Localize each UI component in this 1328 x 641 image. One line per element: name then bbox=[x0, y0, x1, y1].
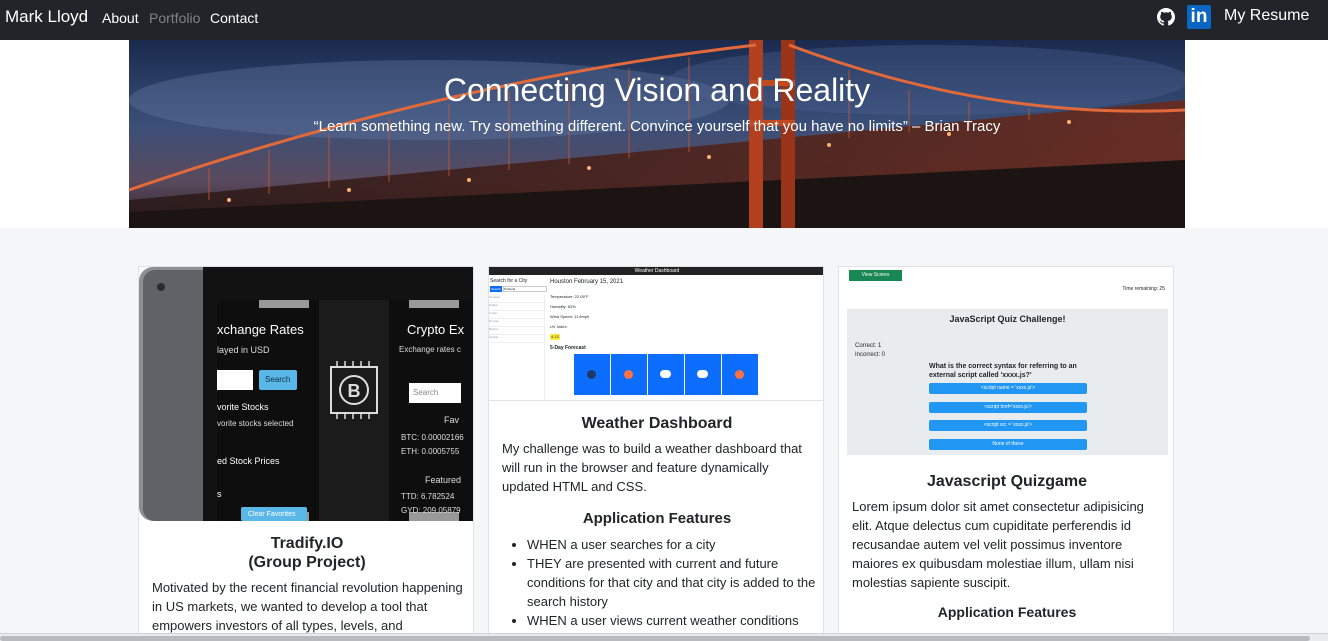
thumb-answer: <script src = 'xxxx.js'> bbox=[929, 420, 1087, 431]
forecast-tile bbox=[722, 354, 758, 395]
thumb-text: Featured bbox=[425, 475, 462, 485]
thumb-quiz-title: JavaScript Quiz Challenge! bbox=[949, 314, 1066, 324]
forecast-tile bbox=[574, 354, 610, 395]
nav-contact[interactable]: Contact bbox=[210, 10, 258, 26]
resume-link[interactable]: My Resume bbox=[1224, 7, 1309, 25]
thumb-question: What is the correct syntax for referring… bbox=[929, 363, 1077, 379]
thumb-text: Fav bbox=[444, 415, 460, 425]
thumb-timer: Time remaining: 25 bbox=[1122, 286, 1165, 292]
thumb-text: Search for a City bbox=[490, 278, 528, 284]
thumb-view-scores-button: View Scores bbox=[849, 270, 902, 281]
project-thumbnail[interactable]: View Scores Time remaining: 25 JavaScrip… bbox=[839, 267, 1173, 457]
thumb-text: ETH: 0.0005755 bbox=[401, 447, 460, 456]
thumb-search-input: Search bbox=[413, 388, 439, 397]
card-subtitle: (Group Project) bbox=[248, 554, 366, 571]
thumb-text: BTC: 0.00002166 bbox=[401, 433, 464, 442]
thumb-text: vorite stocks selected bbox=[217, 419, 294, 428]
forecast-tile bbox=[611, 354, 647, 395]
thumb-text: GYD: 209.05879 bbox=[401, 506, 461, 515]
feature-item: WHEN a user searches for a city bbox=[527, 535, 817, 554]
hero-image: Connecting Vision and Reality “Learn som… bbox=[129, 40, 1185, 228]
thumb-answer: <script href='xxxx.js'> bbox=[929, 402, 1087, 413]
thumb-text: Temperature: 22.05°F bbox=[550, 294, 589, 299]
thumb-text: s bbox=[217, 489, 222, 499]
thumb-text: UV Index: bbox=[550, 324, 568, 329]
thumb-text: vorite Stocks bbox=[217, 402, 269, 412]
navbar: Mark Lloyd About Portfolio Contact in My… bbox=[0, 0, 1328, 40]
features-heading: Application Features bbox=[937, 604, 1077, 620]
card-title: Javascript Quizgame bbox=[926, 473, 1088, 490]
thumb-answer: <script name = 'xxxx.js'> bbox=[929, 383, 1087, 394]
thumb-text: Correct: 1 bbox=[855, 343, 882, 349]
scrollbar-thumb[interactable] bbox=[0, 636, 1310, 641]
thumb-heading: Crypto Ex bbox=[407, 322, 465, 337]
hero-title: Connecting Vision and Reality bbox=[443, 72, 871, 108]
thumb-history: Houston Dallas Austin Denver Boston Seat… bbox=[489, 295, 545, 400]
thumb-text: Wind Speed: 11.5mph bbox=[550, 314, 590, 319]
thumb-clear-button: Clear Favorites bbox=[248, 511, 296, 518]
thumb-text: layed in USD bbox=[217, 345, 270, 355]
nav-portfolio[interactable]: Portfolio bbox=[149, 10, 200, 26]
features-heading: Application Features bbox=[582, 510, 732, 527]
hero-section: Connecting Vision and Reality “Learn som… bbox=[0, 40, 1328, 228]
thumb-search-input: Portland bbox=[503, 286, 547, 292]
thumb-uv-badge: 4.13 bbox=[550, 334, 560, 340]
features-list: WHEN a user searches for a city THEY are… bbox=[527, 535, 817, 641]
thumb-history-item: Dallas bbox=[489, 303, 544, 311]
card-title: Weather Dashboard bbox=[581, 415, 733, 432]
thumb-history-item: Denver bbox=[489, 319, 544, 327]
card-description: My challenge was to build a weather dash… bbox=[502, 441, 802, 494]
linkedin-icon[interactable]: in bbox=[1187, 5, 1211, 29]
github-icon[interactable] bbox=[1157, 8, 1175, 26]
project-card-quiz: View Scores Time remaining: 25 JavaScrip… bbox=[838, 266, 1174, 641]
forecast-tile bbox=[648, 354, 684, 395]
thumb-answer: None of these bbox=[929, 439, 1087, 450]
thumb-text: TTD: 6.782524 bbox=[401, 492, 455, 501]
thumb-search-button: Search bbox=[265, 375, 291, 384]
svg-text:B: B bbox=[348, 381, 361, 401]
thumb-text: 5-Day Forecast bbox=[550, 345, 586, 351]
thumb-header: Weather Dashboard bbox=[634, 268, 680, 274]
thumb-history-item: Austin bbox=[489, 311, 544, 319]
card-description: Lorem ipsum dolor sit amet consectetur a… bbox=[852, 499, 1144, 590]
thumb-text: Humidity: 63% bbox=[550, 304, 576, 309]
brand-link[interactable]: Mark Lloyd bbox=[5, 7, 88, 27]
card-description: Motivated by the recent financial revolu… bbox=[152, 580, 463, 633]
hero-quote: “Learn something new. Try something diff… bbox=[313, 118, 1001, 135]
project-card-tradify: B xchange Rates layed in USD Search vori… bbox=[138, 266, 474, 641]
thumb-city: Houston February 15, 2021 bbox=[550, 279, 624, 285]
thumb-text: Exchange rates c bbox=[399, 345, 461, 354]
thumb-text: Incorrect: 0 bbox=[855, 352, 886, 358]
nav-about[interactable]: About bbox=[102, 10, 139, 26]
feature-item: THEY are presented with current and futu… bbox=[527, 554, 817, 611]
thumb-history-item: Seattle bbox=[489, 335, 544, 343]
project-thumbnail[interactable]: B xchange Rates layed in USD Search vori… bbox=[139, 267, 473, 521]
card-title: Tradify.IO bbox=[270, 535, 344, 552]
thumb-text: ed Stock Prices bbox=[217, 456, 280, 466]
horizontal-scrollbar[interactable] bbox=[0, 633, 1328, 641]
thumb-heading: xchange Rates bbox=[217, 322, 304, 337]
project-thumbnail[interactable]: Weather Dashboard Search for a City Sear… bbox=[489, 267, 823, 401]
thumb-quiz-panel: JavaScript Quiz Challenge! Correct: 1 In… bbox=[847, 309, 1168, 455]
project-card-weather: Weather Dashboard Search for a City Sear… bbox=[488, 266, 824, 641]
thumb-history-item: Boston bbox=[489, 327, 544, 335]
thumb-search-button: Search bbox=[490, 286, 502, 292]
thumb-history-item: Houston bbox=[489, 295, 544, 303]
forecast-tile bbox=[685, 354, 721, 395]
